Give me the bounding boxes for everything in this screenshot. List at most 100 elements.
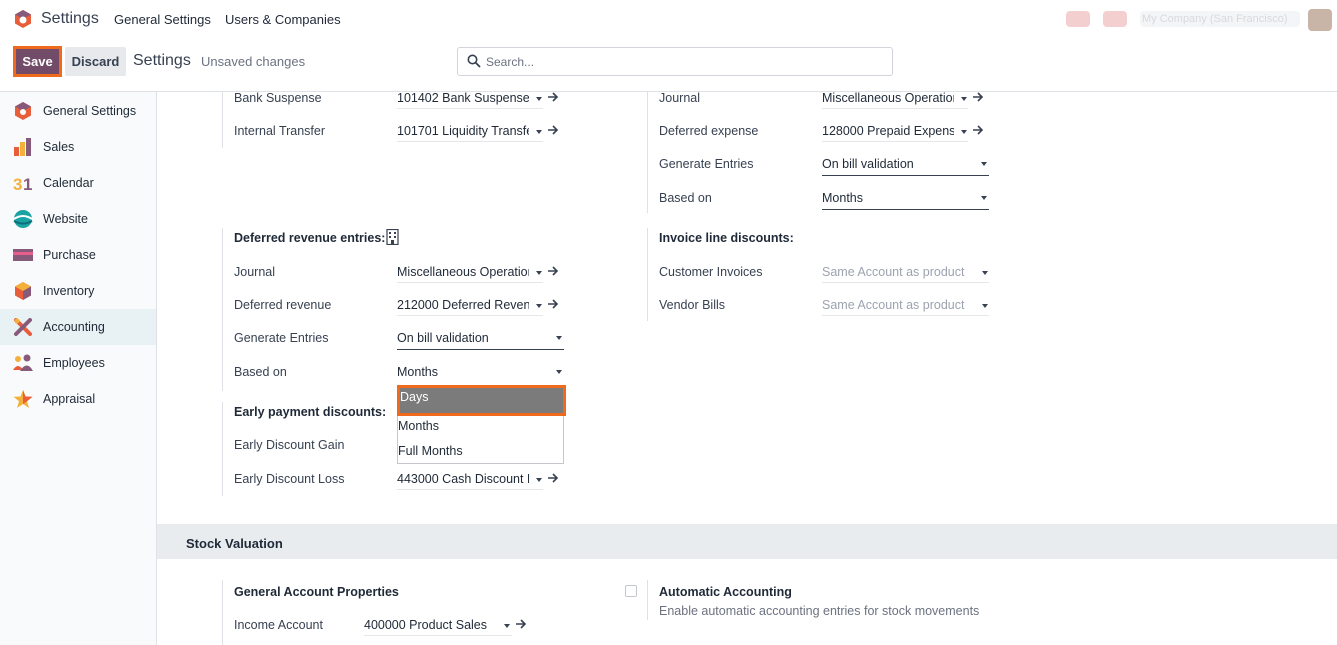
setting-divider — [647, 92, 648, 213]
automatic-accounting-checkbox[interactable] — [625, 585, 637, 597]
control-panel: Save Discard Settings Unsaved changes — [0, 40, 1337, 92]
employees-icon — [13, 354, 33, 371]
revenue-based-select[interactable]: Months — [397, 362, 564, 384]
early-payment-heading: Early payment discounts: — [234, 405, 387, 419]
chevron-down-icon[interactable] — [536, 97, 542, 101]
company-switcher[interactable]: My Company (San Francisco) — [1140, 11, 1300, 27]
activity-icon[interactable] — [1066, 11, 1090, 27]
bank-suspense-field[interactable]: 101402 Bank Suspense — [397, 89, 543, 109]
sidebar-item-label: Appraisal — [43, 392, 96, 406]
sidebar-item-accounting[interactable]: Accounting — [0, 309, 156, 345]
deferred-expense-field[interactable]: 128000 Prepaid Expenses — [822, 122, 968, 142]
sidebar-item-sales[interactable]: Sales — [0, 129, 156, 165]
odoo-settings-icon[interactable] — [13, 9, 33, 29]
automatic-accounting-description: Enable automatic accounting entries for … — [659, 604, 980, 618]
chevron-down-icon[interactable] — [982, 304, 988, 308]
sidebar-item-label: Inventory — [43, 284, 95, 298]
income-account-label: Income Account — [234, 618, 323, 632]
sidebar-item-website[interactable]: Website — [0, 201, 156, 237]
expense-journal-label: Journal — [659, 91, 700, 105]
sidebar-item-appraisal[interactable]: Appraisal — [0, 381, 156, 417]
income-account-value: 400000 Product Sales — [364, 618, 488, 632]
sidebar-item-label: General Settings — [43, 104, 137, 118]
chevron-down-icon[interactable] — [536, 304, 542, 308]
early-discount-loss-value: 443000 Cash Discount Loss — [397, 472, 529, 486]
chevron-down-icon[interactable] — [961, 97, 967, 101]
settings-sidebar: General Settings Sales 3 1 Calendar Webs… — [0, 92, 157, 645]
arrow-right-icon[interactable] — [547, 472, 559, 484]
setting-divider — [222, 228, 223, 391]
based-on-dropdown: Days Months Full Months — [397, 385, 566, 464]
vendor-bills-label: Vendor Bills — [659, 298, 726, 312]
sidebar-item-label: Accounting — [43, 320, 105, 334]
chevron-down-icon[interactable] — [504, 624, 510, 628]
revenue-based-value: Months — [397, 365, 438, 379]
sidebar-item-calendar[interactable]: 3 1 Calendar — [0, 165, 156, 201]
app-title[interactable]: Settings — [41, 10, 99, 28]
search-box[interactable] — [457, 47, 893, 76]
setting-divider — [647, 580, 648, 620]
chevron-down-icon[interactable] — [536, 130, 542, 134]
vendor-bills-field[interactable]: Same Account as product — [822, 296, 989, 316]
chevron-down-icon[interactable] — [982, 271, 988, 275]
building-icon — [386, 229, 399, 245]
user-avatar[interactable] — [1308, 9, 1332, 31]
arrow-right-icon[interactable] — [972, 91, 984, 103]
internal-transfer-field[interactable]: 101701 Liquidity Transfer — [397, 122, 543, 142]
sidebar-item-purchase[interactable]: Purchase — [0, 237, 156, 273]
expense-generate-label: Generate Entries — [659, 157, 754, 171]
option-months[interactable]: Months — [398, 414, 563, 439]
nav-users-companies[interactable]: Users & Companies — [225, 12, 341, 27]
bank-suspense-value: 101402 Bank Suspense — [397, 91, 529, 105]
deferred-revenue-heading: Deferred revenue entries: — [234, 231, 386, 245]
arrow-right-icon[interactable] — [547, 265, 559, 277]
revenue-journal-field[interactable]: Miscellaneous Operations — [397, 263, 543, 283]
expense-based-select[interactable]: Months — [822, 188, 989, 210]
setting-divider — [222, 580, 223, 645]
arrow-right-icon[interactable] — [547, 124, 559, 136]
revenue-generate-select[interactable]: On bill validation — [397, 328, 564, 350]
sidebar-item-label: Sales — [43, 140, 75, 154]
arrow-right-icon[interactable] — [515, 618, 527, 630]
income-account-field[interactable]: 400000 Product Sales — [364, 616, 512, 636]
option-full-months[interactable]: Full Months — [398, 439, 563, 464]
deferred-revenue-field[interactable]: 212000 Deferred Revenue — [397, 296, 543, 316]
early-discount-loss-field[interactable]: 443000 Cash Discount Loss — [397, 470, 543, 490]
sidebar-item-employees[interactable]: Employees — [0, 345, 156, 381]
nav-general-settings[interactable]: General Settings — [114, 12, 211, 27]
customer-invoices-field[interactable]: Same Account as product — [822, 263, 989, 283]
expense-generate-select[interactable]: On bill validation — [822, 154, 989, 176]
chevron-down-icon — [556, 370, 562, 374]
sidebar-item-label: Website — [43, 212, 88, 226]
chevron-down-icon[interactable] — [961, 130, 967, 134]
automatic-accounting-title: Automatic Accounting — [659, 585, 792, 599]
chevron-down-icon[interactable] — [536, 478, 542, 482]
setting-divider — [222, 402, 223, 496]
search-input[interactable] — [486, 52, 876, 72]
website-globe-icon — [13, 210, 33, 228]
deferred-revenue-label: Deferred revenue — [234, 298, 332, 312]
arrow-right-icon[interactable] — [547, 298, 559, 310]
appraisal-star-icon — [13, 390, 33, 408]
sidebar-item-inventory[interactable]: Inventory — [0, 273, 156, 309]
vendor-bills-value: Same Account as product — [822, 298, 965, 312]
expense-based-value: Months — [822, 191, 863, 205]
deferred-expense-value: 128000 Prepaid Expenses — [822, 124, 954, 138]
internal-transfer-label: Internal Transfer — [234, 124, 326, 138]
setting-divider — [222, 92, 223, 148]
expense-based-label: Based on — [659, 191, 712, 205]
chevron-down-icon[interactable] — [536, 271, 542, 275]
sidebar-item-label: Calendar — [43, 176, 94, 190]
option-days[interactable]: Days — [397, 385, 566, 416]
general-account-properties-heading: General Account Properties — [234, 585, 399, 599]
arrow-right-icon[interactable] — [547, 91, 559, 103]
discard-button[interactable]: Discard — [65, 47, 126, 76]
revenue-generate-label: Generate Entries — [234, 331, 329, 345]
early-discount-loss-label: Early Discount Loss — [234, 472, 345, 486]
sidebar-item-general-settings[interactable]: General Settings — [0, 93, 156, 129]
arrow-right-icon[interactable] — [972, 124, 984, 136]
chat-icon[interactable] — [1103, 11, 1127, 27]
expense-journal-field[interactable]: Miscellaneous Operations — [822, 89, 968, 109]
save-button[interactable]: Save — [13, 46, 62, 77]
deferred-expense-label: Deferred expense — [659, 124, 759, 138]
